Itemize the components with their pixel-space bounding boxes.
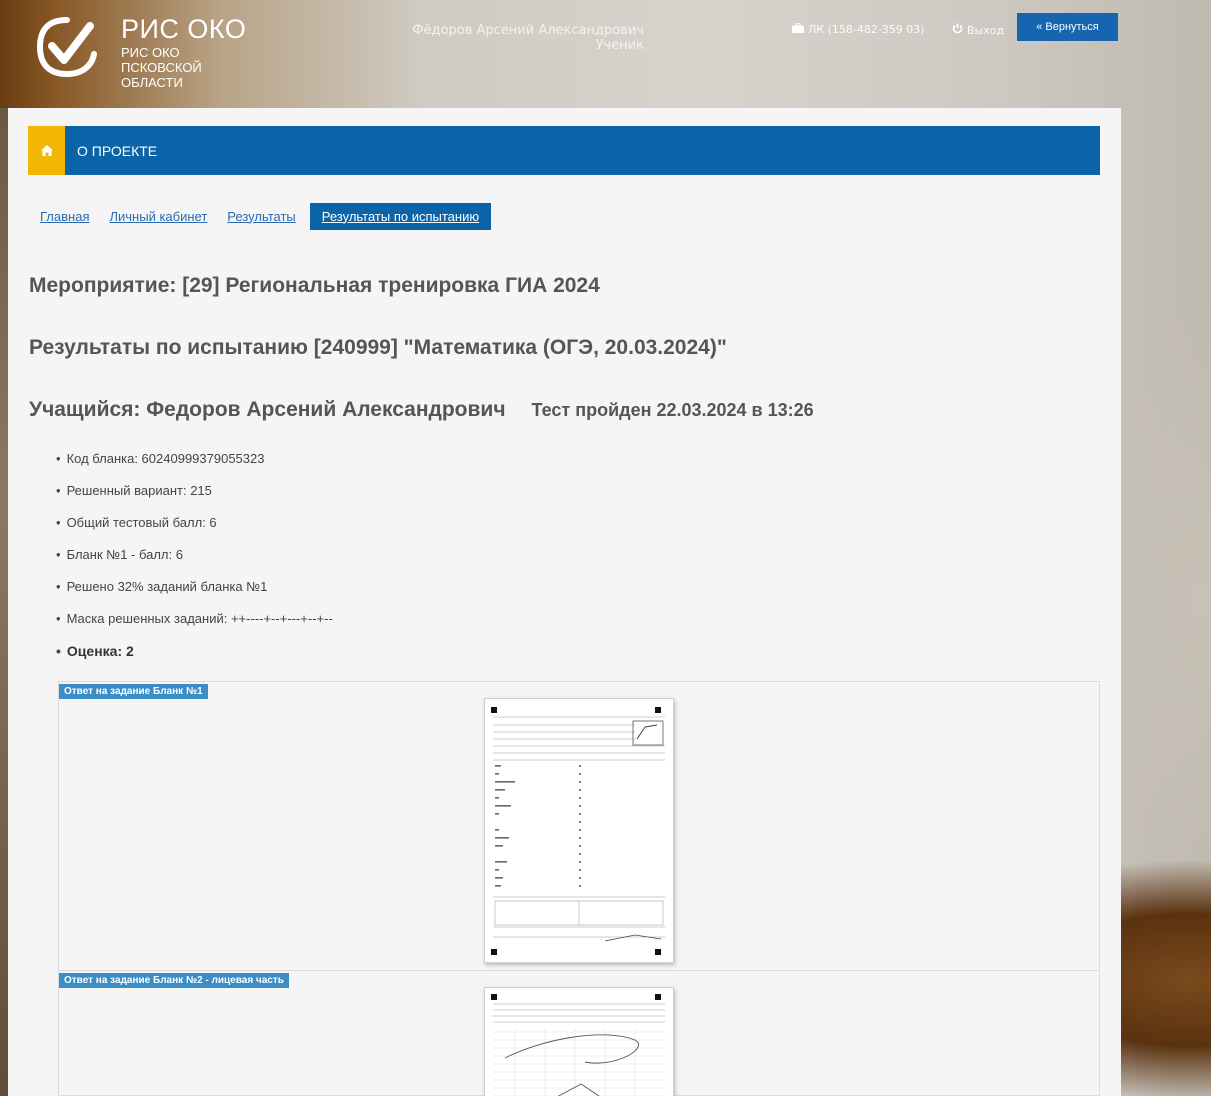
- answer-sheet-1: Ответ на задание Бланк №1: [59, 682, 1099, 971]
- user-name: Фёдоров Арсений Александрович: [412, 23, 644, 38]
- list-item: Решенный вариант: 215: [56, 482, 333, 514]
- logout-link[interactable]: Выход: [952, 23, 1004, 37]
- back-button[interactable]: « Вернуться: [1017, 13, 1118, 41]
- test-heading: Результаты по испытанию [240999] "Матема…: [29, 336, 727, 359]
- test-passed-date: Тест пройден 22.03.2024 в 13:26: [531, 400, 814, 420]
- list-item: Маска решенных заданий: ++----+--+---+--…: [56, 610, 333, 642]
- logout-label: Выход: [967, 23, 1005, 37]
- answer-sheet-2: Ответ на задание Бланк №2 - лицевая част…: [59, 971, 1099, 1096]
- breadcrumb-home[interactable]: Главная: [40, 209, 89, 224]
- background-edge: [0, 108, 8, 1096]
- personal-account-label: ЛК (158-482-359 03): [808, 23, 925, 36]
- student-heading: Учащийся: Федоров Арсений Александрович Т…: [29, 398, 814, 422]
- answer-sheet-label: Ответ на задание Бланк №2 - лицевая част…: [59, 973, 289, 988]
- home-button[interactable]: [28, 126, 65, 175]
- double-chevron-left-icon: «: [1036, 21, 1043, 33]
- breadcrumb-test-results[interactable]: Результаты по испытанию: [309, 202, 492, 230]
- breadcrumb: Главная Личный кабинет Результаты Резуль…: [32, 202, 503, 230]
- brand-title: РИС ОКО: [121, 14, 247, 44]
- list-item: Общий тестовый балл: 6: [56, 514, 333, 546]
- nav-item-about[interactable]: О ПРОЕКТЕ: [77, 143, 157, 159]
- grade-item: Оценка: 2: [56, 642, 333, 674]
- briefcase-icon: [792, 22, 804, 36]
- power-icon: [952, 23, 963, 37]
- list-item: Решено 32% заданий бланка №1: [56, 578, 333, 610]
- back-button-label: Вернуться: [1045, 21, 1099, 33]
- event-heading: Мероприятие: [29] Региональная тренировк…: [29, 274, 600, 297]
- checkmark-logo-icon[interactable]: [36, 16, 98, 78]
- answer-sheet-2-image[interactable]: [484, 987, 674, 1096]
- answer-sheet-label: Ответ на задание Бланк №1: [59, 684, 208, 699]
- brand-subtitle: РИС ОКО ПСКОВСКОЙ ОБЛАСТИ: [121, 45, 202, 90]
- content-panel: О ПРОЕКТЕ Главная Личный кабинет Результ…: [8, 108, 1121, 1096]
- answer-sheets: Ответ на задание Бланк №1 Ответ на задан…: [58, 681, 1100, 1096]
- main-navbar: О ПРОЕКТЕ: [28, 126, 1100, 175]
- personal-account-link[interactable]: ЛК (158-482-359 03): [792, 22, 925, 36]
- user-role: Ученик: [595, 38, 644, 53]
- results-list: Код бланка: 60240999379055323 Решенный в…: [56, 450, 333, 674]
- list-item: Код бланка: 60240999379055323: [56, 450, 333, 482]
- breadcrumb-results[interactable]: Результаты: [227, 209, 295, 224]
- list-item: Бланк №1 - балл: 6: [56, 546, 333, 578]
- site-header: РИС ОКО РИС ОКО ПСКОВСКОЙ ОБЛАСТИ Фёдоро…: [0, 0, 1211, 108]
- breadcrumb-personal-account[interactable]: Личный кабинет: [109, 209, 207, 224]
- student-name: Учащийся: Федоров Арсений Александрович: [29, 398, 506, 421]
- user-info: Фёдоров Арсений Александрович Ученик: [382, 23, 644, 53]
- answer-sheet-1-image[interactable]: [484, 698, 674, 963]
- home-icon: [40, 141, 53, 160]
